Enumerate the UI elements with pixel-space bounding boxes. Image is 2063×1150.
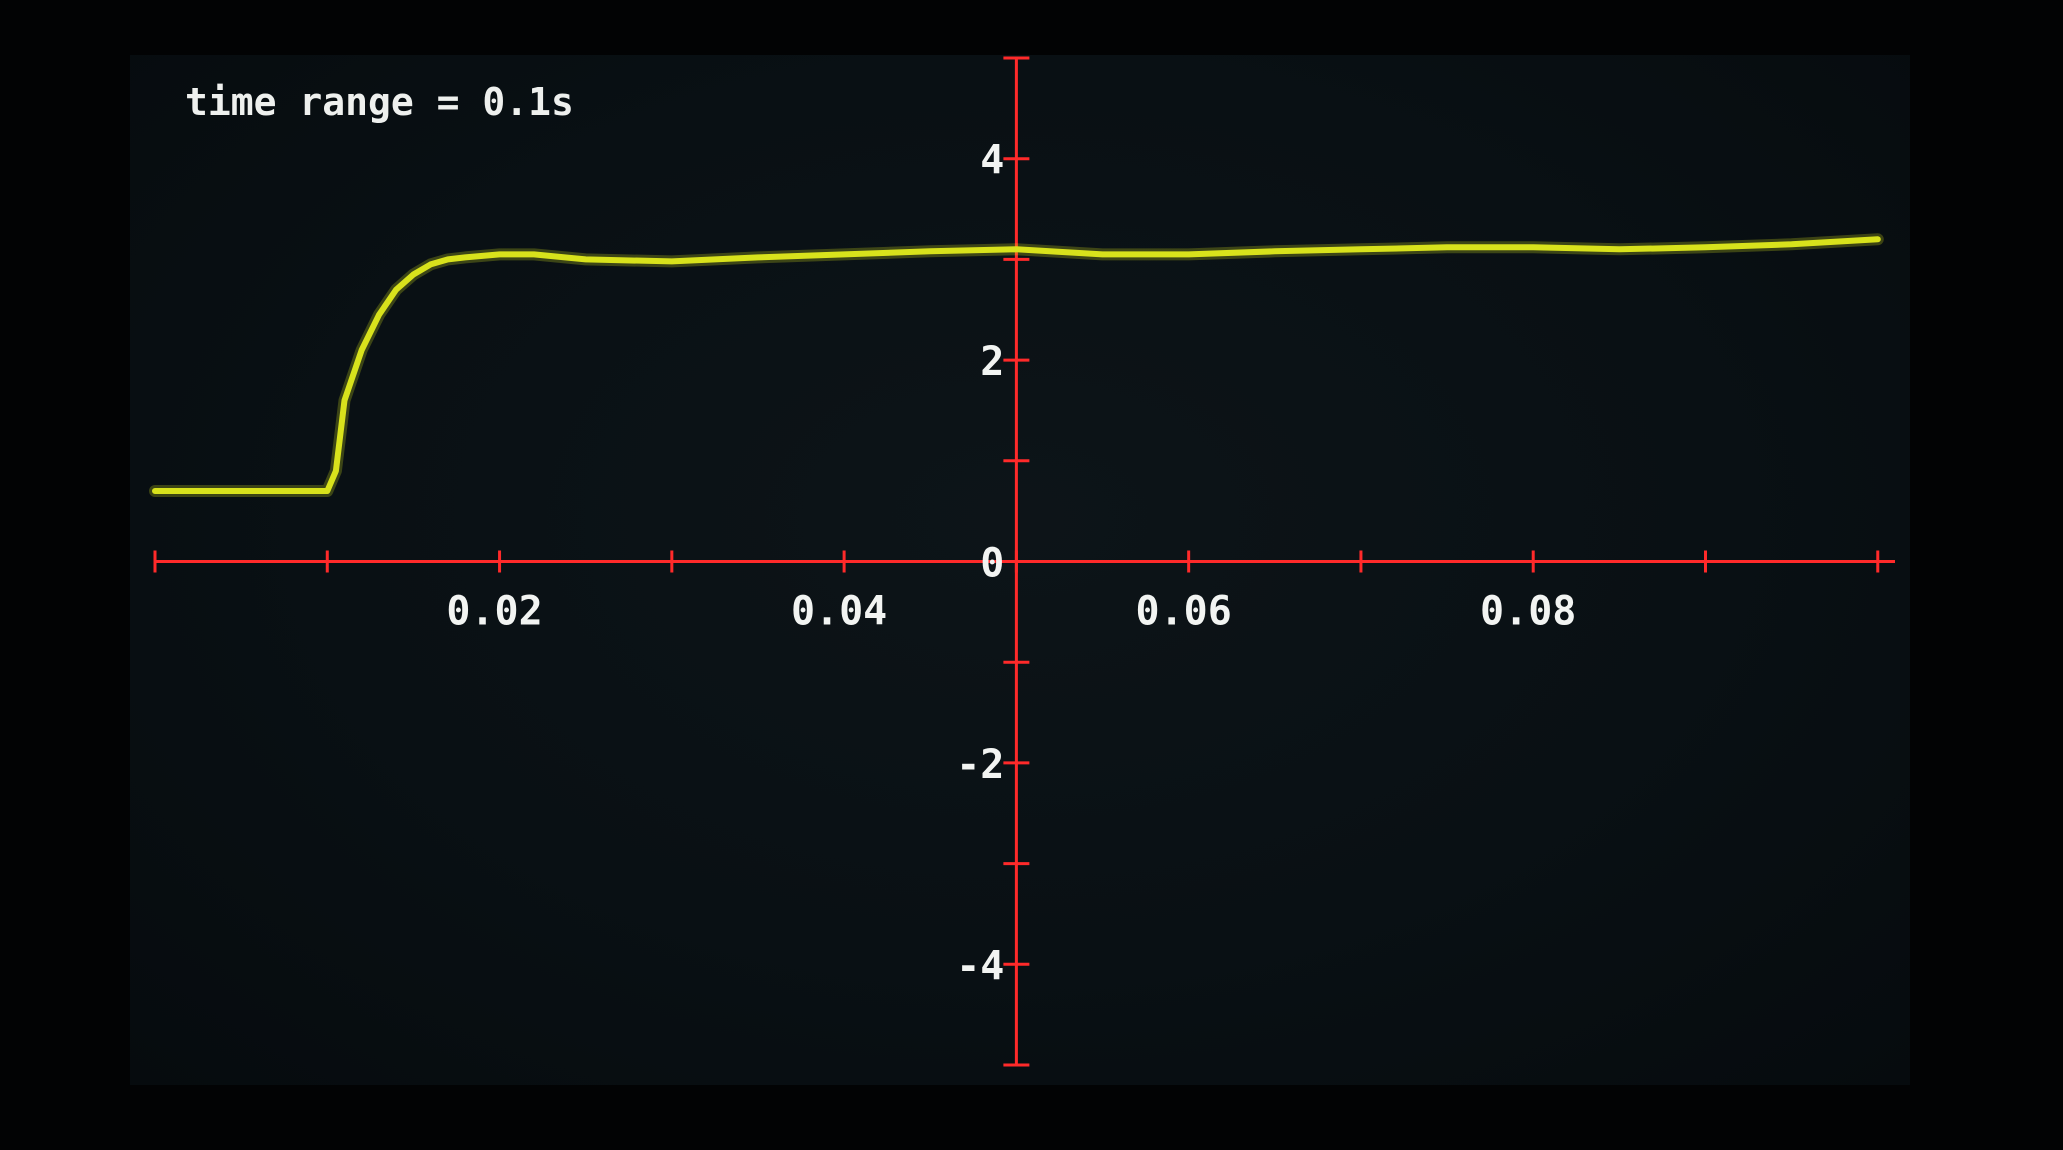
trace-point	[462, 254, 468, 260]
trace-point	[445, 256, 451, 262]
trace-point	[1789, 241, 1795, 247]
y-tick-label: 4	[980, 138, 1004, 184]
x-tick-label: 0.08	[1480, 589, 1576, 635]
y-tick-label: -4	[956, 943, 1004, 989]
trace-point	[1875, 236, 1881, 242]
trace-point	[410, 272, 416, 277]
oscilloscope-frame: 0.02 0.04 0.06 0.08 4 2 0 -2 -4 time range = 0.1…	[0, 0, 2063, 1150]
trace-point	[1616, 246, 1622, 252]
y-tick-label: 0	[980, 541, 1004, 587]
trace-point	[393, 287, 399, 293]
trace-point	[497, 251, 503, 257]
trace-point	[342, 397, 347, 403]
trace-point	[152, 488, 158, 494]
trace-point	[324, 488, 330, 494]
trace-point	[238, 488, 244, 494]
trace-point	[333, 468, 339, 474]
trace-point	[359, 347, 365, 353]
trace-point	[1272, 248, 1278, 254]
time-range-label: time range = 0.1s	[185, 80, 574, 124]
x-tick-label: 0.04	[791, 589, 887, 635]
trace-point	[755, 254, 761, 260]
x-tick-label: 0.06	[1135, 589, 1231, 635]
x-tick-label: 0.02	[446, 589, 542, 635]
trace-point	[1703, 244, 1708, 250]
trace-point	[583, 256, 589, 262]
trace-point	[531, 251, 537, 257]
y-tick-label: 2	[980, 339, 1004, 385]
trace-point	[1358, 246, 1364, 252]
trace-point	[1530, 244, 1536, 250]
trace-point	[1444, 244, 1450, 250]
axes-layer	[153, 56, 1895, 1067]
trace-point	[376, 312, 382, 318]
trace-point	[841, 251, 847, 257]
trace-point	[1186, 251, 1192, 257]
y-tick-label: -2	[956, 742, 1004, 788]
trace-point	[927, 248, 933, 254]
trace-point	[669, 258, 675, 264]
waveform-plot: 0.02 0.04 0.06 0.08 4 2 0 -2 -4 time range = 0.1…	[149, 56, 1895, 1067]
trace-point	[428, 261, 434, 267]
trace-point	[1100, 251, 1105, 257]
trace-point	[1013, 246, 1019, 252]
